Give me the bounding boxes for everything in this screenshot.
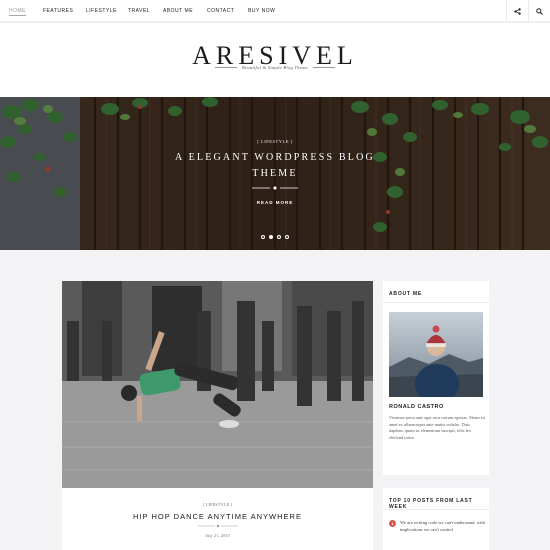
top-posts-widget: Top 10 Posts From Last Week 1 We are wri… bbox=[383, 488, 489, 550]
share-button[interactable] bbox=[506, 0, 528, 22]
nav-contact[interactable]: Contact bbox=[207, 8, 234, 14]
author-photo bbox=[389, 312, 483, 397]
read-more-link[interactable]: READ MORE bbox=[0, 200, 550, 205]
hero-title[interactable]: A Elegant WordPress Blog Theme bbox=[0, 150, 550, 182]
about-me-widget: About Me Ronald Castro Vivamus porta ant… bbox=[383, 281, 489, 475]
hero-title-line-2: Theme bbox=[252, 168, 298, 179]
nav-buy-now[interactable]: Buy Now bbox=[248, 8, 275, 14]
nav-travel[interactable]: Travel bbox=[128, 8, 150, 14]
slider-dot[interactable] bbox=[277, 235, 281, 239]
top-navigation: Home Features Lifestyle Travel About Me … bbox=[0, 0, 550, 22]
hero-caption: [ LIFESTYLE ] A Elegant WordPress Blog T… bbox=[0, 139, 550, 205]
site-header: ARESIVEL Beautiful & Simple Blog Theme bbox=[0, 23, 550, 97]
post-divider bbox=[62, 524, 373, 528]
hero-slider: [ LIFESTYLE ] A Elegant WordPress Blog T… bbox=[0, 97, 550, 250]
author-bio: Vivamus porta ante eget arcu rutrum eges… bbox=[389, 415, 485, 440]
author-image bbox=[389, 312, 483, 397]
slider-pagination bbox=[0, 235, 550, 239]
search-icon bbox=[536, 7, 543, 15]
post-card: [ LIFESTYLE ] Hip Hop Dance Anytime Anyw… bbox=[62, 281, 373, 550]
slider-dot[interactable] bbox=[285, 235, 289, 239]
hero-category[interactable]: [ LIFESTYLE ] bbox=[0, 139, 550, 144]
widget-divider bbox=[383, 509, 489, 510]
nav-home[interactable]: Home bbox=[9, 8, 26, 16]
nav-about-me[interactable]: About Me bbox=[163, 8, 193, 14]
ornament-divider-icon bbox=[197, 524, 238, 528]
search-button[interactable] bbox=[528, 0, 550, 22]
tagline-row: Beautiful & Simple Blog Theme bbox=[0, 65, 550, 70]
slider-dot-active[interactable] bbox=[269, 235, 273, 239]
ornament-divider-icon bbox=[252, 186, 298, 190]
post-title[interactable]: Hip Hop Dance Anytime Anywhere bbox=[62, 512, 373, 521]
nav-actions bbox=[506, 0, 550, 22]
post-date: July 21, 2015 bbox=[205, 533, 230, 538]
hero-divider bbox=[0, 185, 550, 191]
widget-divider bbox=[383, 302, 489, 303]
site-tagline: Beautiful & Simple Blog Theme bbox=[242, 65, 308, 70]
author-name: Ronald Castro bbox=[389, 404, 444, 410]
tagline-divider-right bbox=[312, 67, 335, 68]
rank-badge: 1 bbox=[389, 520, 396, 527]
tagline-divider-left bbox=[215, 67, 238, 68]
post-category[interactable]: [ LIFESTYLE ] bbox=[62, 502, 373, 507]
slider-dot[interactable] bbox=[261, 235, 265, 239]
post-featured-image[interactable] bbox=[62, 281, 373, 488]
nav-features[interactable]: Features bbox=[43, 8, 73, 14]
share-icon bbox=[514, 7, 521, 15]
breakdancer-photo bbox=[62, 281, 373, 488]
top-post-title[interactable]: We are writing code we can't understand,… bbox=[400, 520, 485, 534]
top-post-item[interactable]: 1 We are writing code we can't understan… bbox=[389, 520, 485, 534]
hero-title-line-1: A Elegant WordPress Blog bbox=[175, 152, 375, 163]
widget-title: About Me bbox=[389, 291, 423, 297]
nav-lifestyle[interactable]: Lifestyle bbox=[86, 8, 117, 14]
